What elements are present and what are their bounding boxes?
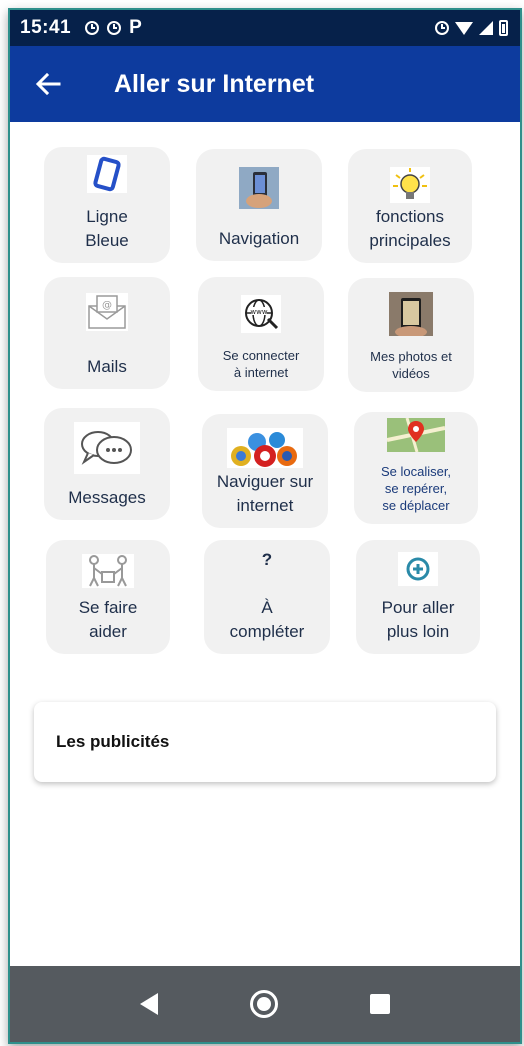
signal-icon <box>479 21 493 35</box>
tile-label: Ligne <box>86 207 128 226</box>
nav-recents-icon[interactable] <box>370 994 390 1014</box>
tile-fonctions-principales[interactable]: fonctions principales <box>348 149 472 263</box>
tile-se-faire-aider[interactable]: Se faire aider <box>46 540 170 654</box>
tile-se-localiser[interactable]: Se localiser, se repérer, se déplacer <box>354 412 478 524</box>
tile-label: se repérer, <box>384 481 448 496</box>
tile-mails[interactable]: @ Mails <box>44 277 170 389</box>
tile-label: principales <box>369 231 451 250</box>
phone-screen: 15:41 P Aller sur Internet Ligne Bleue N… <box>8 8 522 1044</box>
tile-label: fonctions <box>375 207 445 226</box>
phone-outline-icon <box>87 155 127 193</box>
tile-label: Messages <box>68 488 146 507</box>
status-bar: 15:41 P <box>10 10 520 46</box>
svg-text:www: www <box>250 308 267 316</box>
parking-icon: P <box>129 17 142 38</box>
tile-label: se déplacer <box>382 498 450 513</box>
status-icons-right <box>435 20 508 36</box>
envelope-icon: @ <box>86 293 128 331</box>
tile-label: internet <box>236 496 294 515</box>
tile-a-completer[interactable]: ? À compléter <box>204 540 330 654</box>
tile-messages[interactable]: Messages <box>44 408 170 520</box>
tile-label: Mes photos et <box>370 349 452 364</box>
tile-label: Naviguer sur <box>216 472 314 491</box>
tile-ligne-bleue[interactable]: Ligne Bleue <box>44 147 170 263</box>
tile-label: à internet <box>233 365 289 380</box>
tile-label: Bleue <box>85 231 129 250</box>
system-nav-bar <box>10 966 520 1042</box>
helping-people-icon <box>82 554 134 588</box>
app-bar: Aller sur Internet <box>10 46 520 122</box>
globe-www-icon: www <box>241 295 281 333</box>
back-button[interactable] <box>24 60 72 108</box>
tile-label: Se localiser, <box>380 464 452 479</box>
tile-label: vidéos <box>392 366 430 381</box>
lightbulb-icon <box>390 167 430 203</box>
status-icons-left: P <box>85 17 142 39</box>
wifi-icon <box>455 21 473 35</box>
tile-label: compléter <box>229 622 305 641</box>
nav-back-icon[interactable] <box>140 993 158 1015</box>
tile-label: plus loin <box>386 622 450 641</box>
tile-label: Se faire <box>78 598 138 617</box>
hand-smartphone-icon <box>239 167 279 209</box>
question-icon: ? <box>261 550 273 569</box>
tile-naviguer-sur-internet[interactable]: Naviguer sur internet <box>202 414 328 528</box>
tile-navigation[interactable]: Navigation <box>196 149 322 261</box>
status-time: 15:41 <box>20 17 72 38</box>
ads-card[interactable]: Les publicités <box>34 702 496 782</box>
tile-label: À <box>261 598 273 617</box>
tile-label: Navigation <box>218 229 300 248</box>
arrow-left-icon <box>35 72 61 96</box>
nav-home-icon[interactable] <box>250 990 278 1018</box>
battery-icon <box>499 20 508 36</box>
tile-se-connecter[interactable]: www Se connecter à internet <box>198 277 324 391</box>
ads-card-title: Les publicités <box>56 732 170 751</box>
chat-bubbles-icon <box>74 422 140 474</box>
tile-label: Mails <box>87 357 127 376</box>
tile-label: Se connecter <box>222 348 300 363</box>
tile-pour-aller-plus-loin[interactable]: Pour aller plus loin <box>356 540 480 654</box>
tile-label: Pour aller <box>381 598 455 617</box>
page-title: Aller sur Internet <box>114 69 315 98</box>
photo-phone-icon <box>389 292 433 336</box>
browsers-icon <box>227 428 303 468</box>
plus-circle-icon <box>398 552 438 586</box>
svg-text:@: @ <box>102 300 112 311</box>
tile-mes-photos-videos[interactable]: Mes photos et vidéos <box>348 278 474 392</box>
tile-label: aider <box>89 622 127 641</box>
alarm-icon <box>85 21 100 35</box>
map-pin-icon <box>387 418 445 452</box>
alarm-icon <box>435 21 449 35</box>
alarm-icon <box>107 21 122 35</box>
